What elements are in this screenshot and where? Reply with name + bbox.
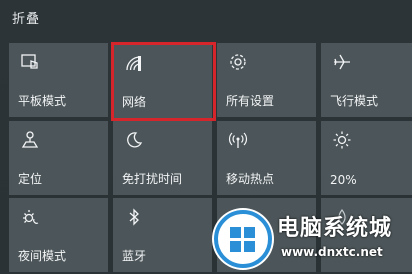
- hotspot-icon: [228, 130, 248, 150]
- tile-label: 夜间模式: [18, 249, 67, 263]
- watermark-brand: 电脑系统城: [277, 216, 393, 241]
- tile-night-light[interactable]: 夜间模式: [9, 198, 108, 272]
- tile-mobile-hotspot[interactable]: 移动热点: [217, 121, 316, 195]
- tile-airplane-mode[interactable]: 飞行模式: [321, 43, 412, 117]
- tile-tablet-mode[interactable]: 平板模式: [9, 43, 108, 117]
- action-center-panel: 折叠 平板模式 网络 所有设置 飞行模式 定位 免打扰时间 移动热点 20% 夜…: [0, 0, 412, 272]
- tile-label: 移动热点: [226, 172, 275, 186]
- tile-location[interactable]: 定位: [9, 121, 108, 195]
- location-icon: [20, 130, 40, 150]
- tile-brightness[interactable]: 20%: [321, 121, 412, 195]
- settings-gear-icon: [228, 52, 248, 72]
- bluetooth-icon: [124, 207, 144, 227]
- night-light-icon: [20, 207, 40, 227]
- tile-quiet-hours[interactable]: 免打扰时间: [113, 121, 212, 195]
- airplane-icon: [332, 52, 352, 72]
- moon-icon: [124, 130, 144, 150]
- tile-label: 免打扰时间: [122, 172, 183, 186]
- watermark-logo: [212, 208, 274, 270]
- tile-label: 定位: [18, 172, 43, 186]
- tile-label: 蓝牙: [122, 249, 147, 263]
- tile-label: 所有设置: [226, 94, 275, 108]
- watermark-url: www.dnxtc.net: [281, 245, 383, 259]
- collapse-link[interactable]: 折叠: [12, 8, 40, 27]
- tile-bluetooth[interactable]: 蓝牙: [113, 198, 212, 272]
- brightness-icon: [332, 130, 352, 150]
- tile-label: 飞行模式: [330, 94, 379, 108]
- tile-all-settings[interactable]: 所有设置: [217, 43, 316, 117]
- tablet-mode-icon: [20, 52, 40, 72]
- tile-label: 20%: [330, 173, 357, 187]
- network-highlight-box: [111, 42, 216, 121]
- tile-label: 平板模式: [18, 94, 67, 108]
